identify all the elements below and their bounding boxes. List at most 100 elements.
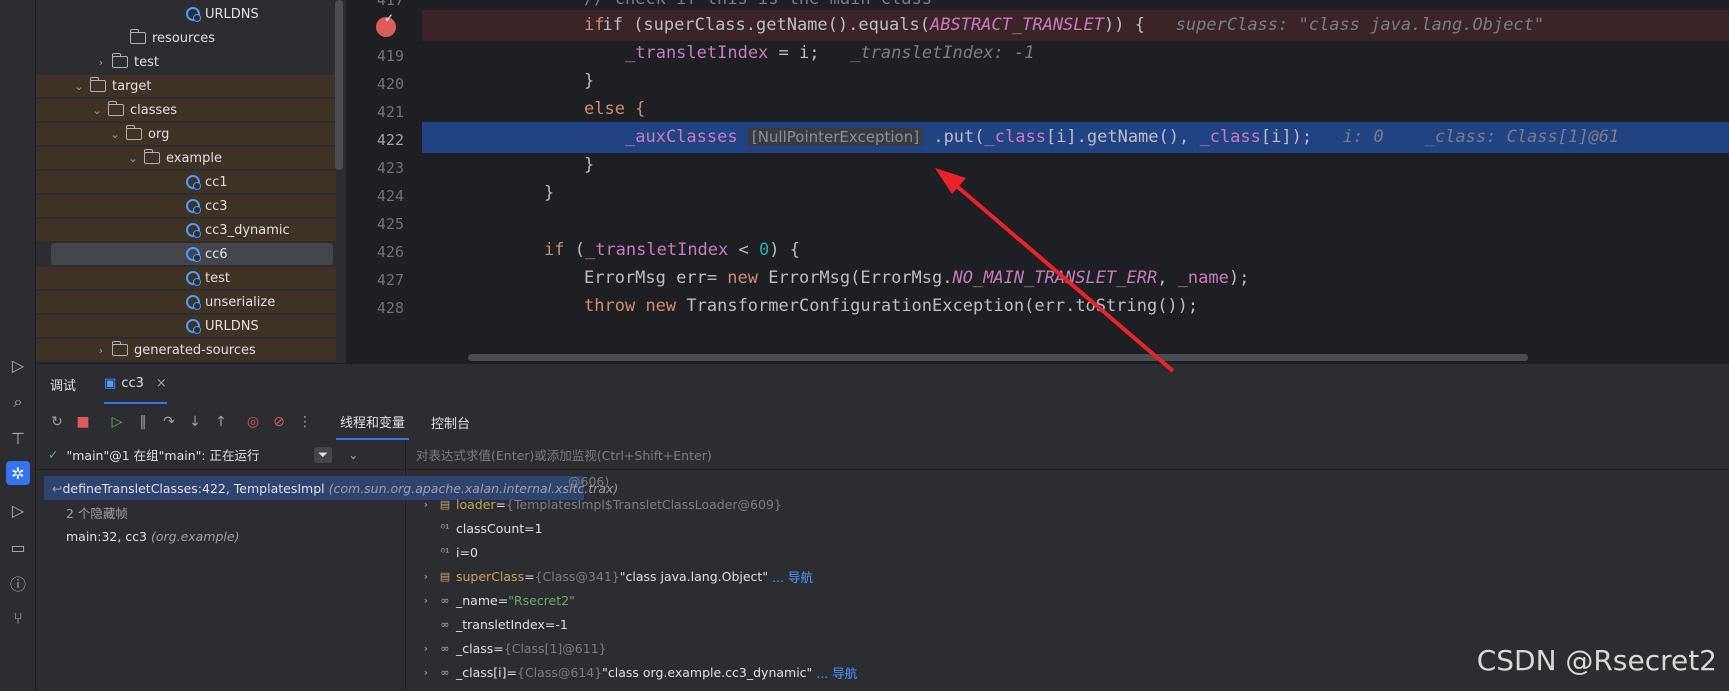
git-icon[interactable]: ⑂ <box>6 606 30 630</box>
tab-console[interactable]: 控制台 <box>427 404 474 440</box>
chevron-right-icon[interactable]: › <box>408 498 436 511</box>
view-breakpoints-icon[interactable]: ◎ <box>240 409 266 435</box>
tab-threads-variables[interactable]: 线程和变量 <box>336 404 410 440</box>
hidden-frames-row[interactable]: 2 个隐藏帧 <box>36 500 405 524</box>
tree-item-target[interactable]: ⌄ target <box>36 75 336 97</box>
chevron-right-icon[interactable]: › <box>94 56 108 69</box>
chevron-down-icon[interactable]: ⌄ <box>108 128 122 141</box>
chevron-right-icon[interactable]: › <box>408 666 436 679</box>
line-number[interactable]: 427 <box>346 271 404 289</box>
chevron-right-icon[interactable]: › <box>408 642 436 655</box>
tree-item-test[interactable]: test <box>36 267 336 289</box>
tree-item-cc3_dynamic[interactable]: cc3_dynamic <box>36 219 336 241</box>
chevron-right-icon[interactable]: › <box>408 594 436 607</box>
inline-value-hint: i: 0 <box>1342 127 1384 147</box>
line-number[interactable]: 425 <box>346 215 404 233</box>
code-text: } <box>584 155 595 175</box>
tree-item-test[interactable]: › test <box>36 51 336 73</box>
equals-sign: = <box>459 544 470 560</box>
chevron-down-icon[interactable]: ⌄ <box>126 152 140 165</box>
variable-row[interactable]: ⁰¹ i = 0 <box>408 540 1729 564</box>
variable-row[interactable]: ∞ _transletIndex = -1 <box>408 612 1729 636</box>
line-number[interactable]: 421 <box>346 103 404 121</box>
rerun-icon[interactable]: ↻ <box>44 409 70 435</box>
navigate-link[interactable]: ... 导航 <box>772 567 813 586</box>
line-number[interactable]: 417 <box>346 0 404 9</box>
build-icon[interactable]: ⊤ <box>6 426 30 450</box>
tab-debug[interactable]: 调试 <box>50 364 76 404</box>
variable-value: "Rsecret2" <box>508 592 575 608</box>
thread-selector[interactable]: ✓ "main"@1 在组"main": 正在运行 ⏷ ⌄ <box>36 440 405 470</box>
debug-icon[interactable]: ✲ <box>6 461 30 485</box>
tab-run-config[interactable]: ▣ cc3 × <box>104 364 167 404</box>
tree-item-cc6[interactable]: cc6 <box>51 243 333 265</box>
debug-toolbar: ↻ ■ ▷ ‖ ↷ ↓ ↑ ◎ ⊘ ⋮ 线程和变量 控制台 <box>36 404 1729 440</box>
services-icon[interactable]: ▷ <box>6 353 30 377</box>
tree-item-cc3[interactable]: cc3 <box>36 195 336 217</box>
tree-scrollbar[interactable] <box>335 0 343 170</box>
variable-row[interactable]: ⁰¹ classCount = 1 <box>408 516 1729 540</box>
code-editor[interactable]: 417 419 420 421 422 423 424 425 426 427 428 // che… <box>346 0 1729 363</box>
code-keyword: if <box>544 240 565 260</box>
chevron-down-icon[interactable]: ⌄ <box>90 104 104 117</box>
variable-name: _name <box>456 592 498 608</box>
code-text: ); <box>1228 268 1250 288</box>
terminal-icon[interactable]: ▭ <box>6 535 30 559</box>
tree-item-label: test <box>205 270 230 286</box>
tree-item-org[interactable]: ⌄ org <box>36 123 336 145</box>
tree-item-cc1[interactable]: cc1 <box>36 171 336 193</box>
step-into-icon[interactable]: ↓ <box>182 409 208 435</box>
class-icon <box>186 7 201 22</box>
exception-inlay[interactable]: [NullPointerException] <box>747 128 924 146</box>
chevron-down-icon[interactable]: ⌄ <box>348 447 358 462</box>
line-number[interactable]: 428 <box>346 299 404 317</box>
line-number[interactable]: 419 <box>346 47 404 65</box>
code-text: = i; <box>768 43 820 63</box>
step-over-icon[interactable]: ↷ <box>156 409 182 435</box>
line-number[interactable]: 422 <box>346 131 404 149</box>
more-icon[interactable]: ⋮ <box>292 409 318 435</box>
mute-breakpoints-icon[interactable]: ⊘ <box>266 409 292 435</box>
variable-row[interactable]: › ▤ loader = {TemplatesImpl$TransletClassL… <box>408 492 1729 516</box>
editor-gutter[interactable]: 417 419 420 421 422 423 424 425 426 427 428 <box>346 0 466 363</box>
breakpoint-icon[interactable] <box>376 11 396 37</box>
line-number[interactable]: 426 <box>346 243 404 261</box>
stack-frame[interactable]: main:32, cc3 (org.example) <box>36 524 405 548</box>
navigate-link[interactable]: ... 导航 <box>816 663 857 682</box>
equals-sign: = <box>506 664 517 680</box>
code-keyword: new <box>645 296 677 316</box>
filter-icon[interactable]: ⏷ <box>314 446 333 463</box>
pause-icon[interactable]: ‖ <box>130 409 156 435</box>
tree-item-generated-sources[interactable]: › generated-sources <box>36 339 336 361</box>
line-number[interactable]: 424 <box>346 187 404 205</box>
tree-item-label: target <box>112 78 152 94</box>
tab-label: 调试 <box>50 378 77 394</box>
search-icon[interactable]: ⌕ <box>6 390 30 414</box>
tree-item-label: test <box>134 54 159 70</box>
run-icon[interactable]: ▷ <box>6 498 30 522</box>
tree-item-unserialize[interactable]: unserialize <box>36 291 336 313</box>
variable-row[interactable]: › ▤ superClass = {Class@341} "class java.l… <box>408 564 1729 588</box>
tree-item-urldns[interactable]: URLDNS <box>36 315 336 337</box>
variable-row[interactable]: › ∞ _name = "Rsecret2" <box>408 588 1729 612</box>
problems-icon[interactable]: ⓘ <box>6 571 30 595</box>
evaluate-expression-input[interactable]: 对表达式求值(Enter)或添加监视(Ctrl+Shift+Enter) <box>408 440 1729 470</box>
line-number[interactable]: 420 <box>346 75 404 93</box>
variable-value: -1 <box>555 616 568 632</box>
folder-icon <box>107 101 124 116</box>
step-out-icon[interactable]: ↑ <box>208 409 234 435</box>
resume-icon[interactable]: ▷ <box>104 409 130 435</box>
close-icon[interactable]: × <box>156 376 167 391</box>
tree-item-classes[interactable]: ⌄ classes <box>36 99 336 121</box>
tree-item-urldns[interactable]: URLDNS <box>36 3 336 25</box>
tree-item-resources[interactable]: resources <box>36 27 336 49</box>
editor-horizontal-scrollbar[interactable] <box>468 354 1528 361</box>
line-number[interactable]: 423 <box>346 159 404 177</box>
chevron-right-icon[interactable]: › <box>94 344 108 357</box>
chevron-right-icon[interactable]: › <box>408 570 436 583</box>
stop-icon[interactable]: ■ <box>70 409 96 435</box>
equals-sign: = <box>495 496 507 512</box>
primitive-icon: ⁰¹ <box>440 545 450 559</box>
chevron-down-icon[interactable]: ⌄ <box>72 80 86 93</box>
tree-item-example[interactable]: ⌄ example <box>36 147 336 169</box>
